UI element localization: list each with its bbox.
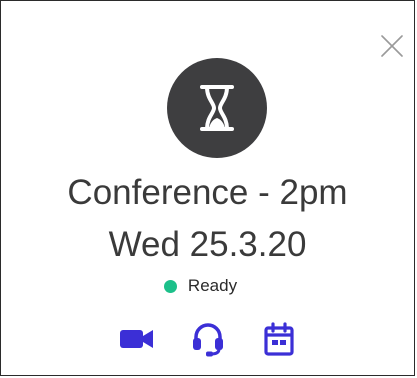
status-row: Ready (1, 275, 414, 297)
calendar-button[interactable] (260, 321, 298, 357)
event-card: Conference - 2pm Wed 25.3.20 Ready (0, 0, 415, 376)
close-icon (381, 35, 403, 57)
hourglass-icon (200, 85, 234, 131)
close-button[interactable] (380, 34, 404, 58)
event-avatar (167, 58, 267, 158)
video-call-button[interactable] (118, 321, 156, 357)
video-camera-icon (119, 330, 153, 348)
audio-call-button[interactable] (189, 321, 227, 357)
headset-icon (192, 323, 223, 357)
status-dot (163, 279, 177, 293)
event-date: Wed 25.3.20 (108, 225, 307, 264)
calendar-icon (263, 322, 294, 356)
event-title: Conference - 2pm (67, 173, 348, 212)
status-label: Ready (187, 276, 238, 295)
action-bar (1, 321, 414, 357)
